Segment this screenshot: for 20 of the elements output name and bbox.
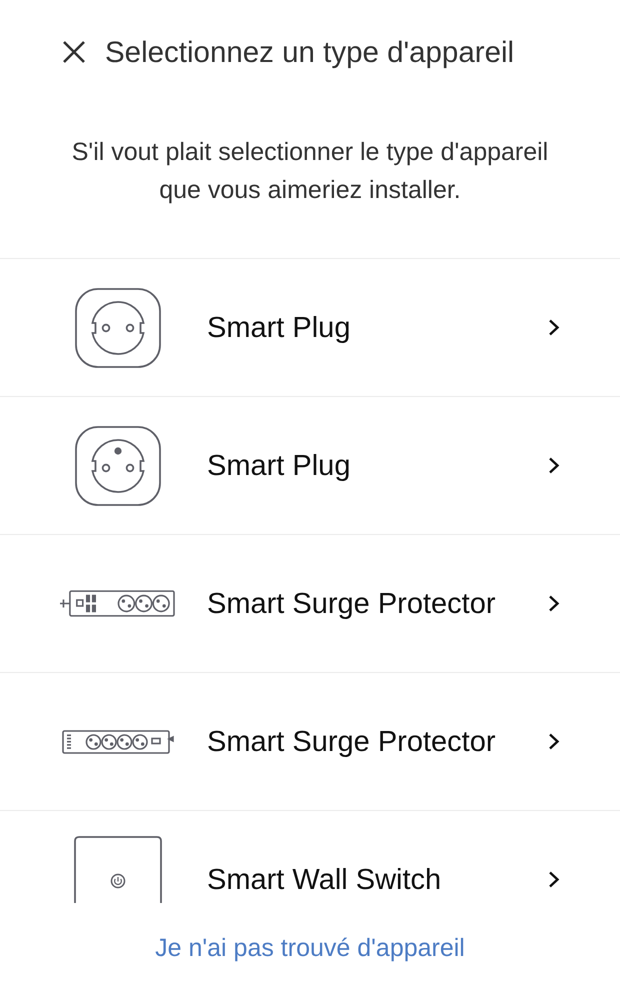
device-type-label: Smart Wall Switch bbox=[207, 864, 442, 896]
close-button[interactable] bbox=[62, 40, 86, 64]
chevron-right-icon bbox=[548, 319, 560, 336]
device-type-label: Smart Surge Protector bbox=[207, 726, 496, 758]
page-title: Selectionnez un type d'appareil bbox=[105, 39, 514, 67]
chevron-right-icon bbox=[548, 595, 560, 612]
device-type-label: Smart Surge Protector bbox=[207, 588, 496, 620]
power-strip-icon bbox=[60, 590, 175, 617]
wall-switch-icon bbox=[74, 836, 162, 903]
smart-plug-icon bbox=[74, 288, 160, 368]
power-strip-icon bbox=[62, 730, 174, 754]
device-type-label: Smart Plug bbox=[207, 312, 352, 344]
chevron-right-icon bbox=[548, 457, 560, 474]
chevron-right-icon bbox=[548, 871, 560, 888]
smart-plug-icon bbox=[74, 426, 160, 506]
instruction-text: S'il vout plait selectionner le type d'appareil que vous aimeriez installer. bbox=[70, 137, 550, 206]
device-not-found-link[interactable]: Je n'ai pas trouvé d'appareil bbox=[155, 933, 465, 963]
chevron-right-icon bbox=[548, 733, 560, 750]
close-icon bbox=[62, 40, 86, 64]
device-type-label: Smart Plug bbox=[207, 450, 352, 482]
